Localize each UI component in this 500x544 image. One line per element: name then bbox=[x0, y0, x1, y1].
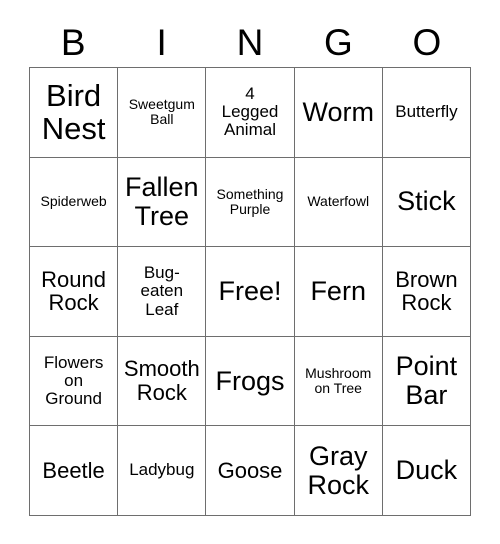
header-letter-n: N bbox=[206, 18, 294, 67]
bingo-cell-label: Mushroom on Tree bbox=[305, 364, 372, 397]
bingo-cell-label: Something Purple bbox=[216, 185, 284, 217]
header-letter-o: O bbox=[383, 18, 471, 67]
bingo-cell-label: Free! bbox=[218, 275, 282, 306]
bingo-cell[interactable]: Mushroom on Tree bbox=[294, 336, 383, 427]
bingo-cell[interactable]: Frogs bbox=[206, 336, 295, 427]
bingo-cell-label: Waterfowl bbox=[307, 193, 370, 210]
header-letter-label: O bbox=[412, 22, 442, 63]
bingo-row: Bird Nest Sweetgum Ball 4 Legged Animal … bbox=[30, 68, 472, 158]
bingo-cell-label: Round Rock bbox=[41, 266, 107, 316]
bingo-cell-label: Frogs bbox=[215, 365, 285, 396]
bingo-cell-label: Goose bbox=[217, 457, 283, 483]
bingo-cell-free-space[interactable]: Free! bbox=[206, 247, 295, 337]
bingo-cell[interactable]: Butterfly bbox=[382, 68, 472, 158]
bingo-cell[interactable]: Waterfowl bbox=[294, 157, 383, 248]
bingo-cell-label: Sweetgum Ball bbox=[128, 96, 195, 128]
bingo-cell[interactable]: Fern bbox=[294, 247, 383, 337]
bingo-header: B I N G O bbox=[29, 18, 471, 67]
bingo-cell[interactable]: Bird Nest bbox=[30, 68, 119, 158]
bingo-cell-label: Smooth Rock bbox=[123, 356, 200, 406]
bingo-row: Round Rock Bug- eaten Leaf Free! Fern Br… bbox=[30, 247, 472, 337]
bingo-cell[interactable]: Sweetgum Ball bbox=[118, 68, 207, 158]
bingo-cell-label: Fallen Tree bbox=[125, 171, 199, 231]
bingo-card: B I N G O Bird Nest Sweetgum Ball 4 Legg… bbox=[0, 0, 500, 544]
bingo-cell[interactable]: Spiderweb bbox=[30, 157, 119, 248]
bingo-cell[interactable]: Beetle bbox=[30, 426, 119, 516]
bingo-row: Spiderweb Fallen Tree Something Purple W… bbox=[30, 157, 472, 248]
bingo-cell-label: Duck bbox=[395, 455, 458, 486]
bingo-cell[interactable]: Point Bar bbox=[382, 336, 472, 427]
bingo-cell-label: Fern bbox=[310, 275, 366, 306]
bingo-cell[interactable]: Round Rock bbox=[30, 247, 119, 337]
bingo-cell-label: Gray Rock bbox=[307, 440, 369, 500]
bingo-cell[interactable]: Ladybug bbox=[118, 426, 207, 516]
bingo-cell-label: Flowers on Ground bbox=[43, 352, 104, 409]
bingo-cell-label: Point Bar bbox=[395, 350, 458, 411]
bingo-cell[interactable]: Something Purple bbox=[206, 157, 295, 248]
header-letter-label: I bbox=[156, 22, 167, 63]
bingo-cell[interactable]: Worm bbox=[294, 68, 383, 158]
bingo-cell-label: 4 Legged Animal bbox=[221, 83, 279, 140]
bingo-grid: Bird Nest Sweetgum Ball 4 Legged Animal … bbox=[29, 67, 472, 516]
bingo-cell-label: Brown Rock bbox=[395, 266, 458, 316]
bingo-cell[interactable]: Flowers on Ground bbox=[30, 336, 119, 427]
header-letter-label: G bbox=[324, 22, 353, 63]
bingo-cell-label: Ladybug bbox=[129, 460, 195, 480]
bingo-cell[interactable]: Goose bbox=[206, 426, 295, 516]
header-letter-g: G bbox=[294, 18, 382, 67]
header-letter-label: B bbox=[60, 22, 86, 63]
bingo-cell[interactable]: Smooth Rock bbox=[118, 336, 207, 427]
header-letter-label: N bbox=[236, 22, 264, 63]
bingo-row: Beetle Ladybug Goose Gray Rock Duck bbox=[30, 426, 472, 516]
bingo-cell[interactable]: Bug- eaten Leaf bbox=[118, 247, 207, 337]
bingo-cell[interactable]: 4 Legged Animal bbox=[206, 68, 295, 158]
header-letter-b: B bbox=[29, 18, 117, 67]
bingo-cell-label: Stick bbox=[397, 186, 456, 217]
header-letter-i: I bbox=[117, 18, 205, 67]
bingo-cell-label: Butterfly bbox=[395, 102, 458, 122]
bingo-cell[interactable]: Fallen Tree bbox=[118, 157, 207, 248]
bingo-cell[interactable]: Brown Rock bbox=[382, 247, 472, 337]
bingo-cell[interactable]: Stick bbox=[382, 157, 472, 248]
bingo-row: Flowers on Ground Smooth Rock Frogs Mush… bbox=[30, 336, 472, 427]
bingo-cell-label: Worm bbox=[302, 96, 374, 127]
bingo-cell-label: Spiderweb bbox=[40, 193, 107, 210]
bingo-cell-label: Beetle bbox=[42, 457, 105, 483]
bingo-cell-label: Bug- eaten Leaf bbox=[140, 262, 184, 319]
bingo-cell-label: Bird Nest bbox=[41, 77, 106, 147]
bingo-cell[interactable]: Duck bbox=[382, 426, 472, 516]
bingo-cell[interactable]: Gray Rock bbox=[294, 426, 383, 516]
